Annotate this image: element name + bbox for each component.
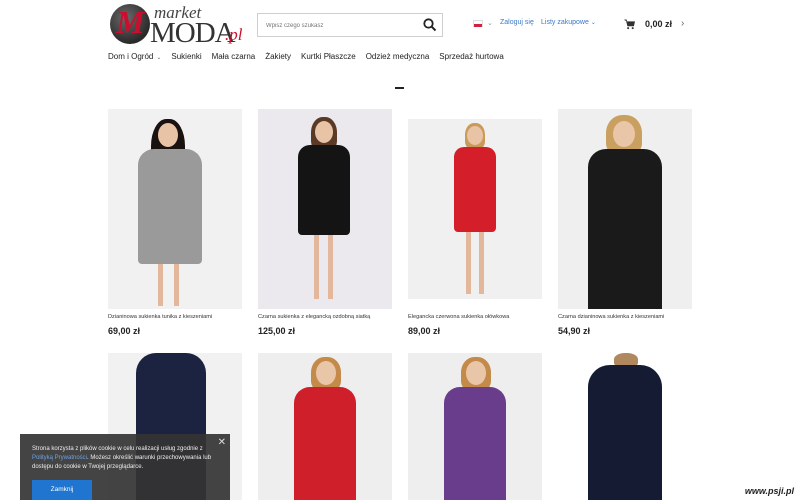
nav-item-mala-czarna[interactable]: Mała czarna — [212, 52, 256, 61]
product-card[interactable]: Czarna sukienka z elegancką ozdobną siat… — [258, 109, 392, 336]
product-card[interactable] — [558, 353, 692, 500]
product-card[interactable] — [258, 353, 392, 500]
product-image[interactable] — [258, 353, 392, 500]
nav-item-sukienki[interactable]: Sukienki — [171, 52, 201, 61]
section-toggle[interactable] — [395, 87, 404, 89]
privacy-policy-link[interactable]: Polityką Prywatności — [32, 455, 87, 461]
cookie-close-button[interactable]: Zamknij — [32, 480, 92, 500]
product-dress-shape — [444, 387, 506, 500]
product-card[interactable]: Elegancka czerwona sukienka ołówkowa 89,… — [408, 109, 542, 336]
nav-item-odziez-medyczna[interactable]: Odzież medyczna — [366, 52, 430, 61]
close-icon[interactable]: ✕ — [218, 437, 226, 448]
product-dress-shape — [588, 149, 662, 309]
nav-item-zakiety[interactable]: Żakiety — [265, 52, 291, 61]
shopping-lists-link[interactable]: Listy zakupowe ⌄ — [541, 19, 596, 26]
watermark: www.psji.pl — [744, 486, 794, 496]
product-image[interactable] — [558, 109, 692, 309]
product-name[interactable]: Czarna dzianinowa sukienka z kieszeniami — [558, 314, 692, 320]
chevron-down-icon: ⌄ — [590, 20, 596, 26]
product-name[interactable]: Czarna sukienka z elegancką ozdobną siat… — [258, 314, 392, 320]
cart-icon[interactable] — [624, 19, 635, 30]
chevron-down-icon: ⌄ — [156, 55, 162, 61]
product-dress-shape — [588, 365, 662, 500]
product-name[interactable]: Dzianinowa sukienka tunika z kieszeniami — [108, 314, 242, 320]
search-icon — [423, 18, 437, 32]
search-box — [257, 13, 443, 37]
cookie-notice: Strona korzysta z plików cookie w celu r… — [20, 434, 230, 500]
product-dress-shape — [294, 387, 356, 500]
product-image[interactable] — [408, 109, 542, 309]
login-link[interactable]: Zaloguj się — [500, 19, 534, 26]
nav-item-dom-i-ogrod[interactable]: Dom i Ogród ⌄ — [108, 52, 161, 61]
product-dress-shape — [454, 147, 496, 232]
product-price: 54,90 zł — [558, 326, 591, 336]
product-image[interactable] — [258, 109, 392, 309]
main-navigation: Dom i Ogród ⌄ Sukienki Mała czarna Żakiet… — [108, 52, 514, 61]
product-price: 125,00 zł — [258, 326, 296, 336]
product-card[interactable]: Czarna dzianinowa sukienka z kieszeniami… — [558, 109, 692, 336]
product-price: 89,00 zł — [408, 326, 441, 336]
logo-pl-text: .pl — [225, 25, 243, 44]
shopping-lists-label: Listy zakupowe — [541, 19, 589, 26]
cookie-text-before: Strona korzysta z plików cookie w celu r… — [32, 446, 203, 452]
product-image[interactable] — [558, 353, 692, 500]
cart-total[interactable]: 0,00 zł — [645, 19, 672, 29]
product-image[interactable] — [108, 109, 242, 309]
chevron-right-icon[interactable]: › — [681, 18, 684, 29]
search-button[interactable] — [422, 17, 438, 33]
nav-item-label: Dom i Ogród — [108, 52, 154, 61]
site-logo[interactable]: M market MODA .pl — [110, 2, 250, 48]
cookie-text: Strona korzysta z plików cookie w celu r… — [32, 445, 220, 472]
chevron-down-icon[interactable]: ⌄ — [487, 19, 493, 27]
product-name[interactable]: Elegancka czerwona sukienka ołówkowa — [408, 314, 542, 320]
product-dress-shape — [138, 149, 202, 264]
product-card[interactable]: Dzianinowa sukienka tunika z kieszeniami… — [108, 109, 242, 336]
product-card[interactable] — [408, 353, 542, 500]
logo-moda-text: MODA — [150, 17, 236, 49]
product-price: 69,00 zł — [108, 326, 141, 336]
product-image[interactable] — [408, 353, 542, 500]
logo-m: M — [116, 4, 145, 40]
nav-item-kurtki-plaszcze[interactable]: Kurtki Płaszcze — [301, 52, 356, 61]
nav-item-sprzedaz-hurtowa[interactable]: Sprzedaż hurtowa — [439, 52, 503, 61]
search-input[interactable] — [258, 15, 418, 37]
product-dress-shape — [298, 145, 350, 235]
language-flag-icon[interactable] — [473, 20, 483, 27]
